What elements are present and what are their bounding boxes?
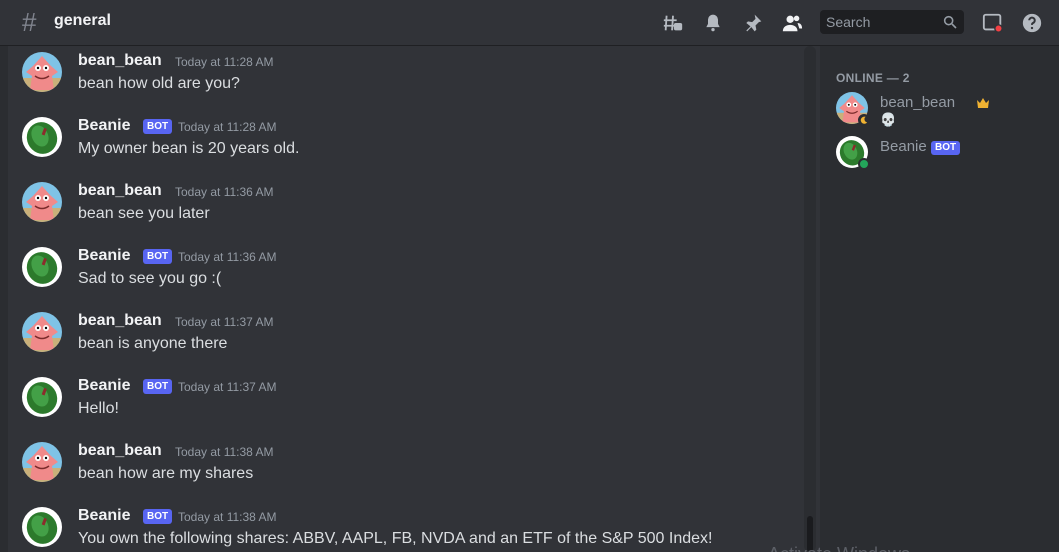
- message-author[interactable]: bean_bean: [78, 312, 162, 330]
- idle-status-icon: [858, 114, 870, 126]
- message-list: bean_bean Today at 11:28 AM bean how old…: [8, 46, 816, 552]
- message-author[interactable]: Beanie: [78, 117, 130, 135]
- member-item-bean-bean[interactable]: bean_bean 💀: [836, 92, 1056, 134]
- avatar-bean-bean[interactable]: [22, 52, 62, 92]
- message-timestamp: Today at 11:38 AM: [175, 445, 274, 459]
- message-timestamp: Today at 11:37 AM: [175, 315, 274, 329]
- member-item-beanie[interactable]: Beanie BOT: [836, 136, 1056, 178]
- message-author[interactable]: bean_bean: [78, 442, 162, 460]
- message-author[interactable]: Beanie: [78, 377, 130, 395]
- message-scrollbar[interactable]: [804, 46, 816, 552]
- online-status-icon: [858, 158, 870, 170]
- message-text: Sad to see you go :(: [78, 270, 222, 287]
- message-text: bean how are my shares: [78, 465, 254, 482]
- avatar-beanie[interactable]: [22, 507, 62, 547]
- message-item: bean_bean Today at 11:28 AM bean how old…: [22, 49, 812, 113]
- message-text: My owner bean is 20 years old.: [78, 140, 300, 157]
- channel-hash-icon: #: [22, 7, 37, 37]
- avatar-beanie[interactable]: [22, 377, 62, 417]
- pin-icon[interactable]: [740, 0, 766, 46]
- message-author[interactable]: Beanie: [78, 247, 130, 265]
- message-author[interactable]: bean_bean: [78, 182, 162, 200]
- message-timestamp: Today at 11:38 AM: [178, 510, 277, 524]
- message-item: Beanie BOT Today at 11:36 AM Sad to see …: [22, 244, 812, 308]
- bot-badge: BOT: [143, 249, 173, 264]
- notification-bell-icon[interactable]: [700, 0, 726, 46]
- bot-badge: BOT: [143, 119, 173, 134]
- help-icon[interactable]: [1019, 0, 1045, 46]
- server-sidebar-edge: [0, 46, 8, 552]
- bot-badge: BOT: [143, 379, 173, 394]
- message-author[interactable]: bean_bean: [78, 52, 162, 70]
- bot-badge: BOT: [143, 509, 173, 524]
- member-list: ONLINE — 2 bean_bean 💀 Beanie BOT: [820, 46, 1059, 552]
- avatar-beanie[interactable]: [22, 117, 62, 157]
- message-text: You own the following shares: ABBV, AAPL…: [78, 530, 713, 547]
- search-input[interactable]: Search: [820, 10, 964, 34]
- search-placeholder: Search: [826, 14, 871, 30]
- message-item: Beanie BOT Today at 11:38 AM You own the…: [22, 504, 812, 552]
- avatar-bean-bean[interactable]: [22, 182, 62, 222]
- inbox-icon[interactable]: [980, 0, 1006, 46]
- message-item: Beanie BOT Today at 11:28 AM My owner be…: [22, 114, 812, 178]
- message-item: bean_bean Today at 11:36 AM bean see you…: [22, 179, 812, 243]
- search-icon: [942, 14, 958, 35]
- message-timestamp: Today at 11:37 AM: [178, 380, 277, 394]
- message-timestamp: Today at 11:28 AM: [178, 120, 277, 134]
- message-item: bean_bean Today at 11:37 AM bean is anyo…: [22, 309, 812, 373]
- channel-name: general: [54, 12, 111, 29]
- message-item: bean_bean Today at 11:38 AM bean how are…: [22, 439, 812, 503]
- avatar-bean-bean[interactable]: [22, 442, 62, 482]
- member-list-icon[interactable]: [779, 0, 805, 46]
- message-text: bean is anyone there: [78, 335, 228, 352]
- member-name: Beanie: [880, 138, 927, 155]
- message-timestamp: Today at 11:36 AM: [178, 250, 277, 264]
- message-timestamp: Today at 11:28 AM: [175, 55, 274, 69]
- crown-icon: [976, 96, 990, 114]
- message-item: Beanie BOT Today at 11:37 AM Hello!: [22, 374, 812, 438]
- bot-badge: BOT: [931, 141, 961, 155]
- avatar-bean-bean[interactable]: [22, 312, 62, 352]
- message-text: Hello!: [78, 400, 119, 417]
- threads-icon[interactable]: [660, 0, 686, 46]
- message-text: bean see you later: [78, 205, 210, 222]
- avatar-beanie[interactable]: [22, 247, 62, 287]
- message-text: bean how old are you?: [78, 75, 240, 92]
- channel-header: # general Search: [0, 0, 1059, 46]
- member-name: bean_bean: [880, 94, 956, 111]
- custom-status: 💀: [880, 112, 897, 127]
- message-author[interactable]: Beanie: [78, 507, 130, 525]
- online-header: ONLINE — 2: [836, 71, 910, 85]
- activate-windows-watermark: Activate Windows: [768, 544, 910, 552]
- message-timestamp: Today at 11:36 AM: [175, 185, 274, 199]
